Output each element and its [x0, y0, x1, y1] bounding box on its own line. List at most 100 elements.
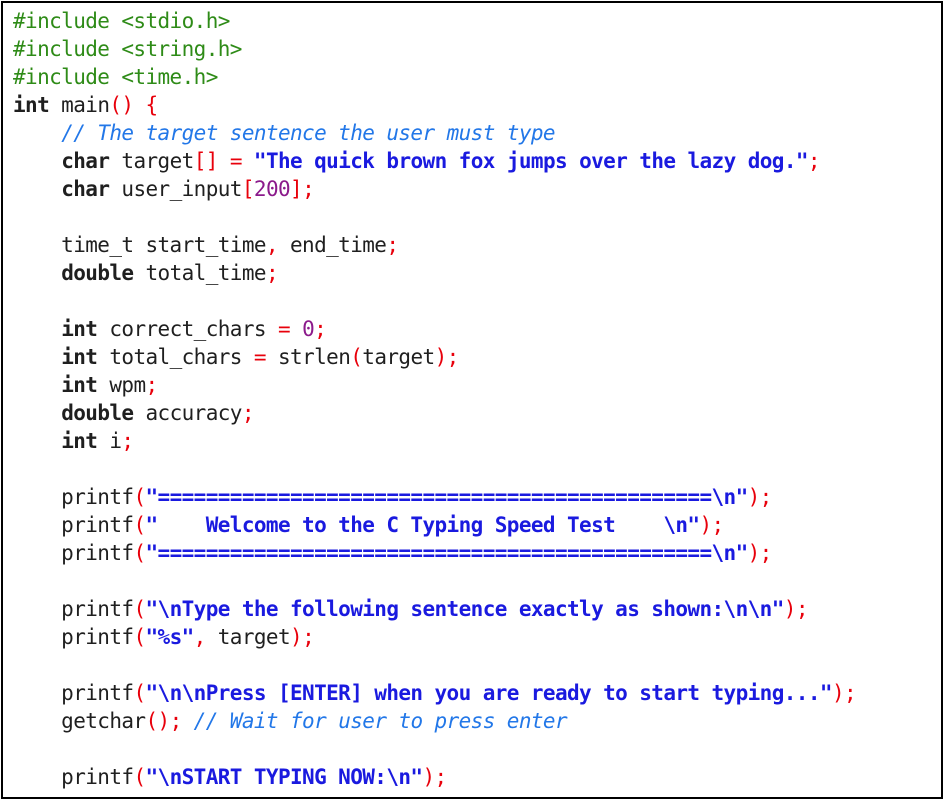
comment: // The target sentence the user must typ…: [61, 121, 555, 145]
identifier: [13, 261, 61, 285]
punctuation: ;: [121, 429, 134, 453]
number-literal: 200: [253, 177, 291, 201]
keyword: int: [61, 317, 98, 341]
code-line: char user_input[200];: [13, 175, 856, 203]
punctuation: );: [783, 597, 809, 621]
punctuation: () {: [109, 93, 158, 117]
identifier: end_time: [277, 233, 387, 257]
string-literal: "=======================================…: [145, 485, 748, 509]
identifier: [182, 709, 194, 733]
identifier: printf: [13, 681, 134, 705]
identifier: total_time: [133, 261, 266, 285]
identifier: printf: [13, 513, 134, 537]
punctuation: (: [133, 765, 146, 789]
code-line: #include <stdio.h>: [13, 7, 856, 35]
code-line: // The target sentence the user must typ…: [13, 119, 856, 147]
identifier: printf: [13, 485, 134, 509]
identifier: [242, 149, 254, 173]
punctuation: ();: [145, 709, 182, 733]
identifier: [13, 121, 61, 145]
keyword: char: [61, 177, 110, 201]
code-line: getchar(); // Wait for user to press ent…: [13, 707, 856, 735]
identifier: user_input: [109, 177, 242, 201]
string-literal: "\n\nPress [ENTER] when you are ready to…: [145, 681, 832, 705]
punctuation: =: [277, 317, 291, 341]
code-line: printf("\nType the following sentence ex…: [13, 595, 856, 623]
identifier: total_chars: [97, 345, 254, 369]
code-line: double accuracy;: [13, 399, 856, 427]
code-line: printf("\n\nPress [ENTER] when you are r…: [13, 679, 856, 707]
punctuation: (: [133, 541, 146, 565]
identifier: printf: [13, 625, 134, 649]
code-line: #include <time.h>: [13, 63, 856, 91]
keyword: char: [61, 149, 110, 173]
code-line: char target[] = "The quick brown fox jum…: [13, 147, 856, 175]
string-literal: "\nType the following sentence exactly a…: [145, 597, 784, 621]
punctuation: ;: [386, 233, 399, 257]
punctuation: =: [253, 345, 267, 369]
code-line: time_t start_time, end_time;: [13, 231, 856, 259]
string-literal: "The quick brown fox jumps over the lazy…: [253, 149, 809, 173]
identifier: [13, 177, 61, 201]
punctuation: [: [241, 177, 255, 201]
code-line: printf("================================…: [13, 539, 856, 567]
punctuation: (: [350, 345, 363, 369]
punctuation: (: [133, 681, 146, 705]
code-line: int main() {: [13, 91, 856, 119]
punctuation: =: [229, 149, 243, 173]
string-literal: " Welcome to the C Typing Speed Test \n": [145, 513, 700, 537]
identifier: strlen: [265, 345, 351, 369]
string-literal: "\nSTART TYPING NOW:\n": [145, 765, 423, 789]
identifier: [13, 149, 61, 173]
identifier: [218, 149, 230, 173]
identifier: getchar: [13, 709, 146, 733]
punctuation: []: [193, 149, 219, 173]
code-line: printf("================================…: [13, 483, 856, 511]
punctuation: ;: [145, 373, 159, 397]
punctuation: (: [133, 625, 146, 649]
code-line: int correct_chars = 0;: [13, 315, 856, 343]
code-line: double total_time;: [13, 259, 856, 287]
preprocessor-directive: #include <stdio.h>: [13, 9, 230, 33]
keyword: int: [61, 373, 98, 397]
punctuation: );: [434, 345, 460, 369]
code-line: int wpm;: [13, 371, 856, 399]
identifier: correct_chars: [97, 317, 278, 341]
punctuation: );: [699, 513, 724, 537]
code-line: #include <string.h>: [13, 35, 856, 63]
punctuation: );: [422, 765, 447, 789]
punctuation: (: [133, 597, 146, 621]
punctuation: );: [747, 485, 773, 509]
identifier: [13, 317, 61, 341]
identifier: printf: [13, 765, 134, 789]
punctuation: );: [290, 625, 315, 649]
string-literal: "=======================================…: [145, 541, 748, 565]
identifier: [13, 429, 61, 453]
comment: // Wait for user to press enter: [193, 709, 568, 733]
keyword: double: [61, 261, 134, 285]
identifier: [290, 317, 302, 341]
identifier: [13, 401, 61, 425]
identifier: main: [49, 93, 110, 117]
code-line: int i;: [13, 427, 856, 455]
code-line: printf("\nSTART TYPING NOW:\n");: [13, 763, 856, 791]
punctuation: (: [133, 485, 146, 509]
keyword: double: [61, 401, 134, 425]
code-line: printf("%s", target);: [13, 623, 856, 651]
keyword: int: [13, 93, 50, 117]
punctuation: ];: [290, 177, 315, 201]
code-line: int total_chars = strlen(target);: [13, 343, 856, 371]
punctuation: ;: [314, 317, 327, 341]
preprocessor-directive: #include <time.h>: [13, 65, 218, 89]
code-line: printf(" Welcome to the C Typing Speed T…: [13, 511, 856, 539]
identifier: printf: [13, 597, 134, 621]
identifier: i: [97, 429, 122, 453]
punctuation: ;: [807, 149, 821, 173]
identifier: target: [109, 149, 194, 173]
keyword: int: [61, 345, 98, 369]
string-literal: "%s": [145, 625, 194, 649]
